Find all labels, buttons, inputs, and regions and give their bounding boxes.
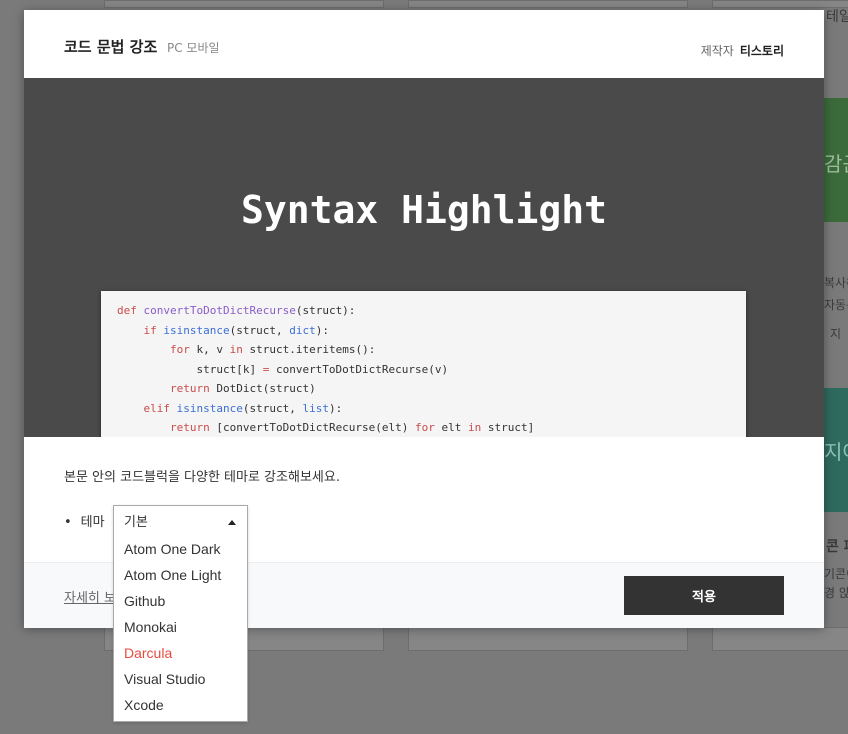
bg-card: [408, 0, 688, 8]
code-line: struct[k] = convertToDotDictRecurse(v): [117, 362, 449, 376]
bullet: •: [64, 515, 72, 530]
code-line: if isinstance(struct, dict):: [143, 323, 329, 337]
bg-card: [712, 627, 848, 651]
plugin-description: 본문 안의 코드블럭을 다양한 테마로 강조해보세요.: [64, 470, 340, 485]
preview-title: Syntax Highlight: [240, 188, 608, 232]
theme-option-atom-one-light[interactable]: Atom One Light: [114, 562, 247, 588]
theme-option-monokai[interactable]: Monokai: [114, 614, 247, 640]
theme-select[interactable]: 기본 Atom One Dark Atom One Light Github Mono…: [113, 505, 248, 722]
theme-option-darcula[interactable]: Darcula: [114, 640, 247, 666]
code-sample: def convertToDotDictRecurse(struct): if …: [101, 291, 746, 437]
maker-label: 제작자: [700, 44, 734, 58]
theme-option-xcode[interactable]: Xcode: [114, 692, 247, 718]
bg-snippet: 감근: [824, 152, 848, 176]
modal-header: 코드 문법 강조 PC 모바일 제작자 티스토리: [24, 10, 824, 79]
bg-snippet: 복사하: [824, 276, 848, 290]
theme-label: 테마: [80, 515, 105, 530]
theme-setting: • 테마: [64, 511, 105, 530]
bg-snippet: 경 앉: [824, 586, 848, 600]
caret-up-icon: [228, 520, 236, 525]
code-line: return DotDict(struct): [169, 382, 316, 395]
code-line: elif isinstance(struct, list):: [143, 401, 343, 415]
theme-option-visual-studio[interactable]: Visual Studio: [114, 666, 247, 692]
maker-info: 제작자 티스토리: [701, 42, 784, 59]
theme-select-current[interactable]: 기본: [114, 506, 247, 536]
bg-card: [104, 0, 384, 8]
apply-button[interactable]: 적용: [624, 576, 784, 615]
platform-label: PC 모바일: [167, 41, 220, 55]
bg-snippet: 지: [830, 327, 842, 341]
code-line: for k, v in struct.iteritems():: [169, 343, 376, 356]
theme-option-github[interactable]: Github: [114, 588, 247, 614]
bg-snippet: 지어: [824, 440, 848, 464]
bg-snippet: 콘 파: [826, 539, 848, 555]
theme-option-atom-one-dark[interactable]: Atom One Dark: [114, 536, 247, 562]
theme-options: Atom One Dark Atom One Light Github Monokai…: [114, 536, 247, 718]
code-line: return [convertToDotDictRecurse(elt) for…: [169, 421, 535, 434]
code-line: def convertToDotDictRecurse(struct):: [117, 304, 356, 317]
bg-card: [408, 627, 688, 651]
bg-snippet: 테일: [826, 9, 848, 25]
preview-banner: Syntax Highlight def convertToDotDictRec…: [24, 78, 824, 437]
bg-snippet: 기콘이: [824, 567, 848, 581]
bg-snippet: 자동복: [824, 298, 848, 312]
more-info-link[interactable]: 자세히 보: [64, 587, 116, 606]
theme-selected-value: 기본: [124, 514, 148, 529]
modal-title: 코드 문법 강조: [64, 38, 158, 56]
maker-name: 티스토리: [739, 44, 784, 58]
